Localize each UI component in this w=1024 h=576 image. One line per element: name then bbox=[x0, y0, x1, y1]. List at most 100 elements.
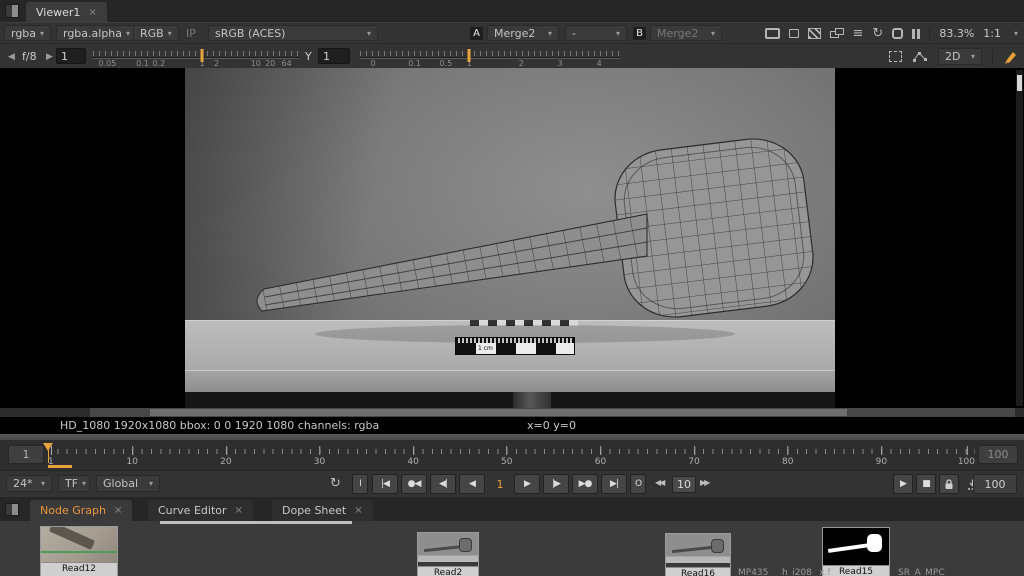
viewer-display-icons: ≡ ↻ 83.3% 1:1 ▾ bbox=[765, 23, 1018, 44]
current-frame-field[interactable]: 1 bbox=[487, 474, 513, 494]
timeline-start-frame[interactable]: 1 bbox=[8, 445, 44, 464]
panel-menu-icon[interactable] bbox=[5, 4, 19, 18]
roi-icon[interactable] bbox=[892, 28, 903, 39]
float-window-icon[interactable] bbox=[830, 28, 844, 39]
separator bbox=[929, 27, 930, 41]
play-forward-button[interactable]: ▶ bbox=[514, 474, 540, 494]
monitor-output-icon[interactable] bbox=[765, 28, 780, 39]
go-to-end-button[interactable]: ▶| bbox=[601, 474, 627, 494]
alpha-dropdown[interactable]: rgba.alpha ▾ bbox=[56, 25, 137, 41]
render-button[interactable]: ■ bbox=[916, 474, 936, 494]
frame-range-dropdown[interactable]: Global ▾ bbox=[96, 475, 160, 492]
playback-controls: 24* ▾ TF ▾ Global ▾ ↻ I |◀ ●◀ ◀| ◀ 1 ▶ |… bbox=[0, 470, 1024, 497]
node-read16[interactable]: Read16 bbox=[665, 533, 731, 576]
close-icon[interactable]: × bbox=[88, 7, 96, 18]
gamma-slider-handle[interactable] bbox=[468, 49, 471, 62]
b-input-dropdown[interactable]: Merge2 ▾ bbox=[650, 25, 722, 41]
clipped-filename-text: MP435 bbox=[738, 568, 768, 576]
wipe-mode-dropdown[interactable]: - ▾ bbox=[565, 25, 627, 41]
gain-next-arrow[interactable]: ▶ bbox=[46, 52, 53, 62]
chevron-down-icon: ▾ bbox=[41, 479, 45, 488]
chevron-down-icon: ▾ bbox=[711, 29, 715, 38]
frame-increment-field[interactable]: 10 bbox=[672, 476, 696, 493]
playback-loop-icon[interactable]: ↻ bbox=[330, 476, 341, 491]
pause-icon[interactable] bbox=[912, 29, 920, 39]
timeline-ruler[interactable]: 1 10 20 30 40 50 60 70 80 90 100 bbox=[48, 440, 975, 470]
tf-dropdown[interactable]: TF ▾ bbox=[58, 475, 90, 492]
refresh-icon[interactable]: ↻ bbox=[872, 27, 883, 40]
node-read15[interactable]: Read15 bbox=[822, 527, 890, 576]
tracker-points-icon[interactable] bbox=[912, 50, 928, 63]
bottom-panel-tab-bar: Node Graph × Curve Editor × Dope Sheet × bbox=[0, 497, 1024, 521]
annotate-pencil-icon[interactable] bbox=[1003, 49, 1018, 64]
zoom-level-dropdown[interactable]: 83.3% bbox=[939, 27, 974, 40]
out-point-button[interactable]: O bbox=[630, 474, 646, 494]
chevron-down-icon: ▾ bbox=[548, 29, 552, 38]
gamma-slider[interactable]: 0 0.1 0.5 1 2 3 4 bbox=[360, 49, 620, 65]
chevron-down-icon: ▾ bbox=[40, 29, 44, 38]
fstop-label: f/8 bbox=[22, 50, 37, 63]
gain-prev-arrow[interactable]: ◀ bbox=[8, 52, 15, 62]
timeline-end-frame[interactable]: 100 bbox=[978, 445, 1018, 464]
viewer-canvas[interactable]: 1 cm bbox=[0, 68, 1024, 408]
panel-menu-icon[interactable] bbox=[5, 503, 19, 516]
playhead-marker[interactable] bbox=[43, 443, 53, 451]
step-forward-button[interactable]: |▶ bbox=[543, 474, 569, 494]
vertical-scrollbar-thumb[interactable] bbox=[1017, 75, 1022, 91]
tab-dope-sheet[interactable]: Dope Sheet × bbox=[272, 500, 373, 521]
tab-viewer1[interactable]: Viewer1 × bbox=[26, 2, 107, 22]
pixel-ratio-dropdown[interactable]: 1:1 bbox=[983, 27, 1001, 40]
tab-curve-editor[interactable]: Curve Editor × bbox=[148, 500, 253, 521]
format-info: HD_1080 1920x1080 bbox: 0 0 1920 1080 ch… bbox=[60, 419, 379, 432]
increment-button[interactable]: ▶▶ bbox=[700, 478, 708, 487]
small-monitor-icon[interactable] bbox=[789, 29, 799, 38]
pixel-coordinates: x=0 y=0 bbox=[527, 419, 576, 432]
in-point-button[interactable]: I bbox=[352, 474, 368, 494]
input-process-toggle[interactable]: IP bbox=[186, 27, 196, 40]
lock-icon bbox=[943, 478, 955, 490]
playback-range-end-field[interactable]: 100 bbox=[973, 474, 1017, 494]
cached-range-bar bbox=[48, 465, 72, 468]
chevron-down-icon: ▾ bbox=[616, 29, 620, 38]
gain-slider-handle[interactable] bbox=[201, 49, 204, 62]
channels-dropdown[interactable]: RGB ▾ bbox=[133, 25, 179, 41]
decrement-button[interactable]: ◀◀ bbox=[655, 478, 663, 487]
flipbook-button[interactable]: ▶ bbox=[893, 474, 913, 494]
fps-dropdown[interactable]: 24* ▾ bbox=[6, 475, 52, 492]
layer-dropdown[interactable]: rgba ▾ bbox=[4, 25, 51, 41]
previous-keyframe-button[interactable]: ●◀ bbox=[401, 474, 427, 494]
horizontal-scrollbar-thumb[interactable] bbox=[150, 409, 847, 416]
view-mode-dropdown[interactable]: 2D ▾ bbox=[938, 48, 982, 65]
gain-slider[interactable]: 0.05 0.1 0.2 1 2 10 20 64 bbox=[93, 49, 299, 65]
clipped-node-edge bbox=[160, 521, 352, 524]
node-graph-panel[interactable]: Read12 IMG_4799.JPG Read2 Read16 bbox=[0, 521, 1024, 576]
gamma-input[interactable]: 1 bbox=[318, 48, 350, 64]
node-read12[interactable]: Read12 IMG_4799.JPG bbox=[40, 526, 118, 576]
clipped-filename-text: h_i208_ x.f bbox=[782, 568, 831, 576]
tab-node-graph[interactable]: Node Graph × bbox=[30, 500, 132, 521]
play-backward-button[interactable]: ◀ bbox=[459, 474, 485, 494]
close-icon[interactable]: × bbox=[235, 505, 243, 516]
vertical-scrollbar[interactable] bbox=[1016, 70, 1023, 406]
colorspace-dropdown[interactable]: sRGB (ACES) ▾ bbox=[208, 25, 378, 41]
gain-input[interactable]: 1 bbox=[56, 48, 86, 64]
marquee-select-icon[interactable] bbox=[889, 51, 902, 62]
stack-layers-icon[interactable]: ≡ bbox=[853, 27, 864, 40]
viewer-image: 1 cm bbox=[185, 68, 835, 408]
close-icon[interactable]: × bbox=[114, 505, 122, 516]
chevron-down-icon: ▾ bbox=[126, 29, 130, 38]
close-icon[interactable]: × bbox=[354, 505, 362, 516]
go-to-start-button[interactable]: |◀ bbox=[372, 474, 398, 494]
viewer-tab-bar: Viewer1 × bbox=[0, 0, 1024, 22]
node-read2[interactable]: Read2 bbox=[417, 532, 479, 576]
timeline[interactable]: 1 1 10 20 30 40 50 60 70 80 90 100 100 bbox=[0, 440, 1024, 470]
exposure-toolbar: ◀ f/8 ▶ 1 0.05 0.1 0.2 1 2 10 20 64 Y 1 … bbox=[0, 43, 1024, 68]
wipe-icon[interactable] bbox=[808, 28, 821, 39]
next-keyframe-button[interactable]: ▶● bbox=[572, 474, 598, 494]
horizontal-scrollbar[interactable] bbox=[0, 408, 1024, 417]
a-input-dropdown[interactable]: Merge2 ▾ bbox=[487, 25, 559, 41]
chevron-down-icon: ▾ bbox=[168, 29, 172, 38]
lock-range-button[interactable] bbox=[939, 474, 959, 494]
nuke-window: Viewer1 × rgba ▾ rgba.alpha ▾ RGB ▾ IP s… bbox=[0, 0, 1024, 576]
step-back-button[interactable]: ◀| bbox=[430, 474, 456, 494]
